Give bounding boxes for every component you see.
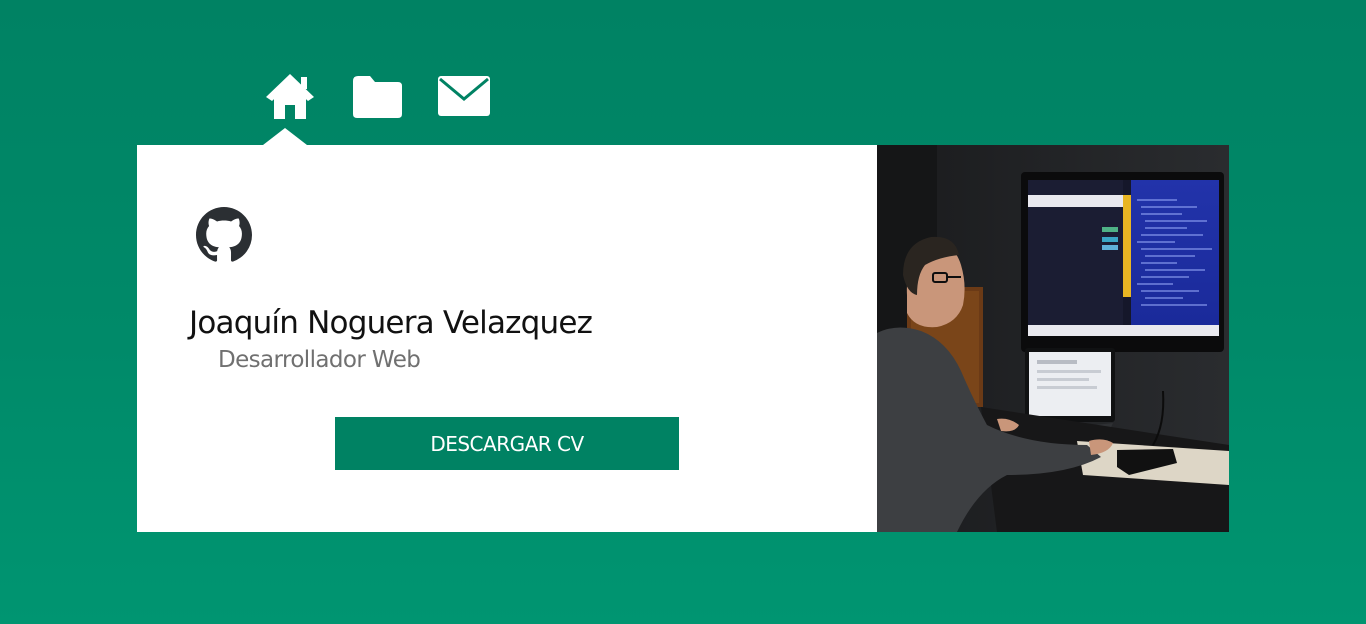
nav-projects[interactable] <box>349 70 405 122</box>
folder-icon <box>353 76 402 118</box>
main-nav <box>262 70 492 122</box>
envelope-icon <box>438 76 490 116</box>
active-nav-indicator <box>263 128 307 145</box>
home-icon <box>266 74 314 119</box>
profile-photo <box>877 145 1229 532</box>
nav-home[interactable] <box>262 70 318 122</box>
github-icon <box>196 207 252 262</box>
profile-role: Desarrollador Web <box>218 347 421 373</box>
developer-at-workstation-photo <box>877 145 1229 532</box>
github-link[interactable] <box>196 207 252 263</box>
nav-contact[interactable] <box>436 70 492 122</box>
profile-info: Joaquín Noguera Velazquez Desarrollador … <box>137 145 877 532</box>
profile-card: Joaquín Noguera Velazquez Desarrollador … <box>137 145 1229 532</box>
download-cv-button[interactable]: DESCARGAR CV <box>335 417 679 470</box>
profile-name: Joaquín Noguera Velazquez <box>189 305 593 341</box>
